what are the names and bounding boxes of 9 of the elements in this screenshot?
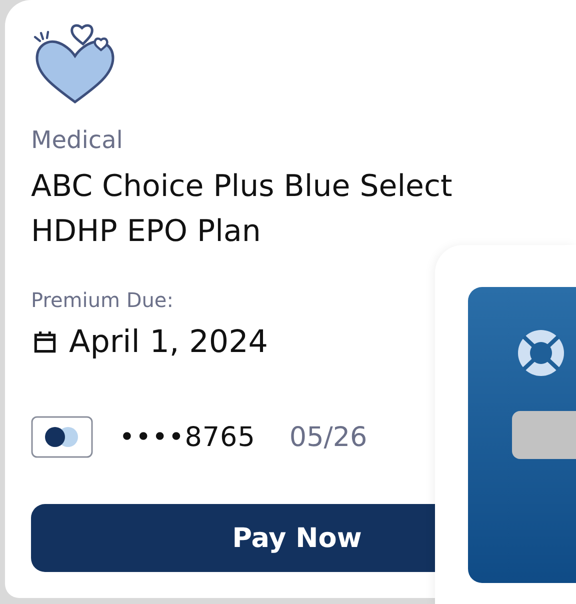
card-brand-icon [31,416,93,458]
pay-now-button[interactable]: Pay Now [31,504,435,572]
plan-name: ABC Choice Plus Blue Select HDHP EPO Plan [31,168,454,251]
premium-due-label: Premium Due: [31,288,174,312]
hearts-icon [33,24,115,106]
card-expiry: 05/26 [289,422,368,452]
card-number: ••••8765 [119,422,256,452]
plan-category: Medical [31,126,123,154]
due-date: April 1, 2024 [69,324,268,360]
